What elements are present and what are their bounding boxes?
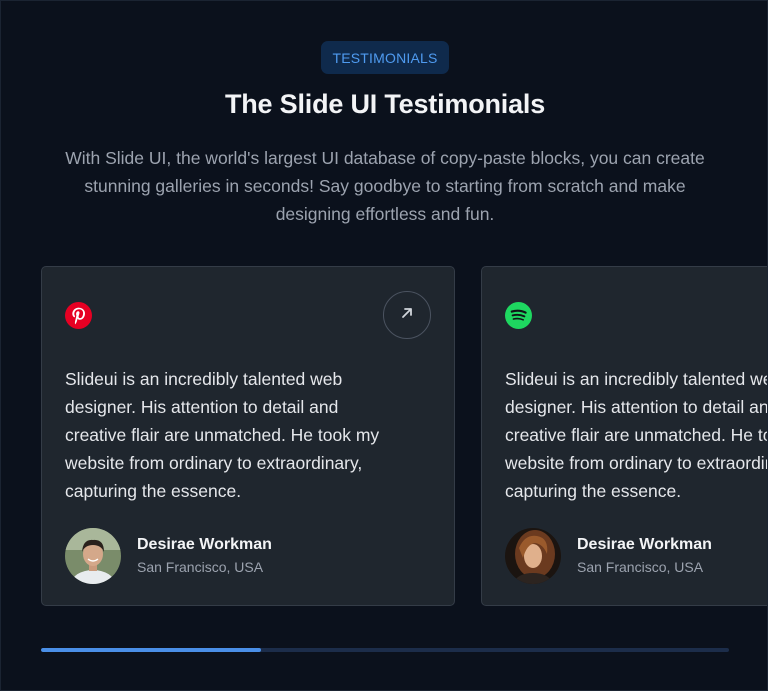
carousel-progress-fill	[41, 648, 262, 652]
section-subtitle: With Slide UI, the world's largest UI da…	[65, 148, 705, 224]
testimonials-section: TESTIMONIALS The Slide UI Testimonials W…	[0, 0, 768, 691]
avatar	[65, 528, 121, 584]
pinterest-icon	[65, 302, 92, 329]
spotify-icon	[505, 302, 532, 329]
reviewer-location: San Francisco, USA	[137, 559, 264, 575]
testimonial-quote: Slideui is an incredibly talented web de…	[505, 369, 768, 501]
section-badge: TESTIMONIALS	[321, 41, 449, 74]
testimonial-card: Slideui is an incredibly talented web de…	[41, 266, 455, 606]
avatar	[505, 528, 561, 584]
open-testimonial-button[interactable]	[383, 291, 431, 339]
reviewer-name: Desirae Workman	[137, 536, 272, 553]
carousel-progress-track[interactable]	[41, 648, 729, 652]
testimonial-card: Slideui is an incredibly talented web de…	[481, 266, 768, 606]
reviewer-location: San Francisco, USA	[577, 559, 704, 575]
arrow-up-right-icon	[399, 305, 415, 326]
section-title: The Slide UI Testimonials	[224, 89, 546, 119]
reviewer-name: Desirae Workman	[577, 536, 712, 553]
testimonial-quote: Slideui is an incredibly talented web de…	[65, 369, 380, 501]
